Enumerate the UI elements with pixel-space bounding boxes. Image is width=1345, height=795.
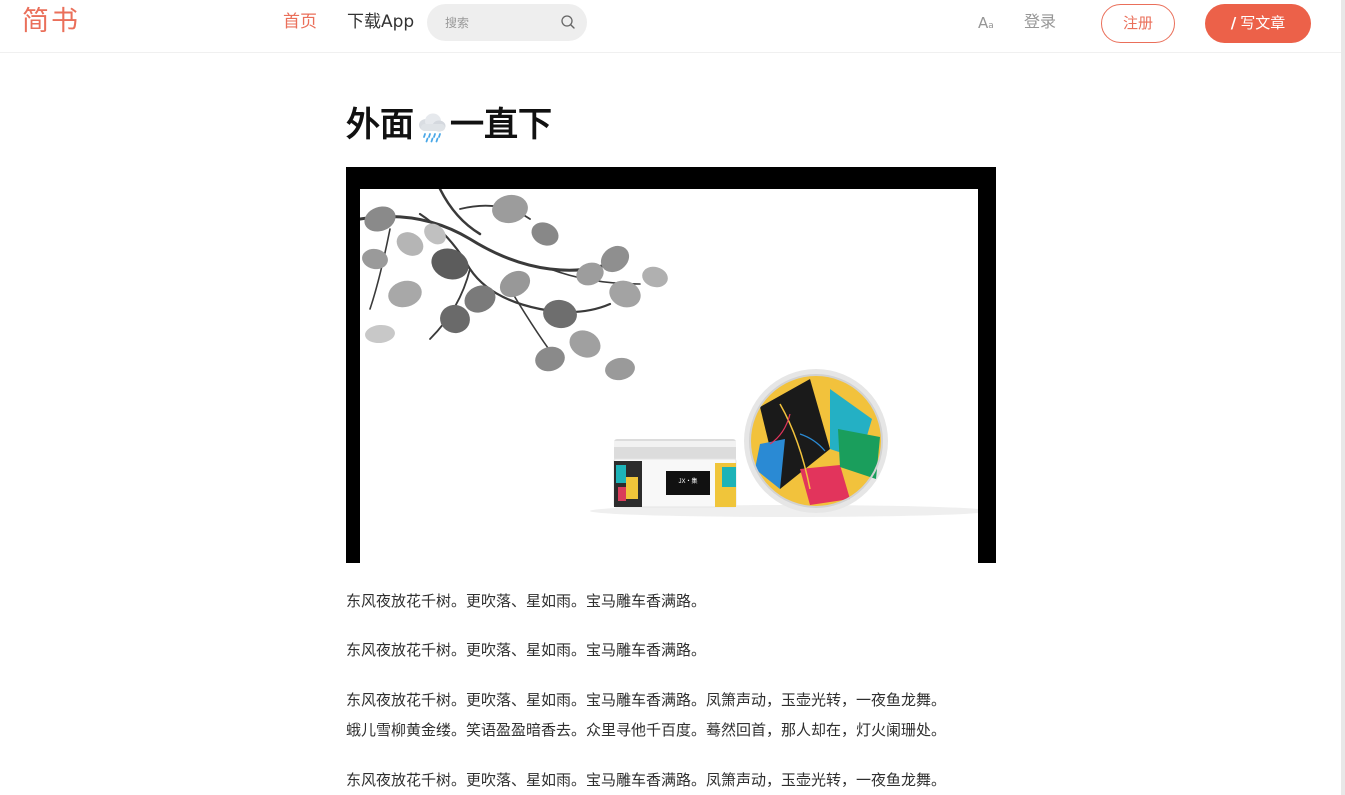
article-image-content: JX・集 (360, 189, 978, 563)
article-title-end: 一直下 (450, 105, 552, 145)
search-input[interactable] (445, 13, 555, 33)
article-title-start: 外面 (346, 105, 414, 145)
article-paragraph: 蛾儿雪柳黄金缕。笑语盈盈暗香去。众里寻他千百度。蓦然回首，那人却在，灯火阑珊处。 (346, 721, 947, 739)
pen-icon: / (1230, 14, 1237, 32)
write-article-label: 写文章 (1240, 14, 1286, 32)
page: 简书 首页 下载App Aa 登录 注册 /写文章 外面 一直下 (0, 0, 1345, 795)
product-illustration: JX・集 (360, 189, 978, 517)
nav-download-app-link[interactable]: 下载App (347, 11, 414, 33)
search-box (427, 4, 587, 41)
signup-button[interactable]: 注册 (1101, 4, 1175, 43)
jar-label: JX・集 (678, 477, 697, 485)
jianshu-logo[interactable]: 简书 (22, 5, 80, 39)
font-size-toggle[interactable]: Aa (978, 13, 994, 36)
article-title: 外面 一直下 (346, 101, 552, 149)
article-paragraph: 东风夜放花千树。更吹落、星如雨。宝马雕车香满路。凤箫声动，玉壶光转，一夜鱼龙舞。 (346, 691, 947, 709)
write-article-button[interactable]: / 写文章 (1205, 4, 1311, 43)
page-scrollbar[interactable] (1341, 0, 1345, 795)
article-paragraph: 东风夜放花千树。更吹落、星如雨。宝马雕车香满路。 (346, 641, 707, 659)
login-link[interactable]: 登录 (1024, 11, 1056, 33)
article-paragraph: 东风夜放花千树。更吹落、星如雨。宝马雕车香满路。凤箫声动，玉壶光转，一夜鱼龙舞。 (346, 771, 947, 789)
search-icon[interactable] (560, 14, 576, 30)
nav-home-link[interactable]: 首页 (283, 11, 317, 33)
rain-cloud-icon (419, 113, 446, 142)
article-paragraph: 东风夜放花千树。更吹落、星如雨。宝马雕车香满路。 (346, 592, 707, 610)
font-toggle-small: a (988, 21, 994, 31)
article-image[interactable]: JX・集 (346, 167, 996, 563)
font-toggle-big: A (978, 14, 989, 32)
top-navbar: 简书 首页 下载App Aa 登录 注册 /写文章 (0, 0, 1341, 53)
